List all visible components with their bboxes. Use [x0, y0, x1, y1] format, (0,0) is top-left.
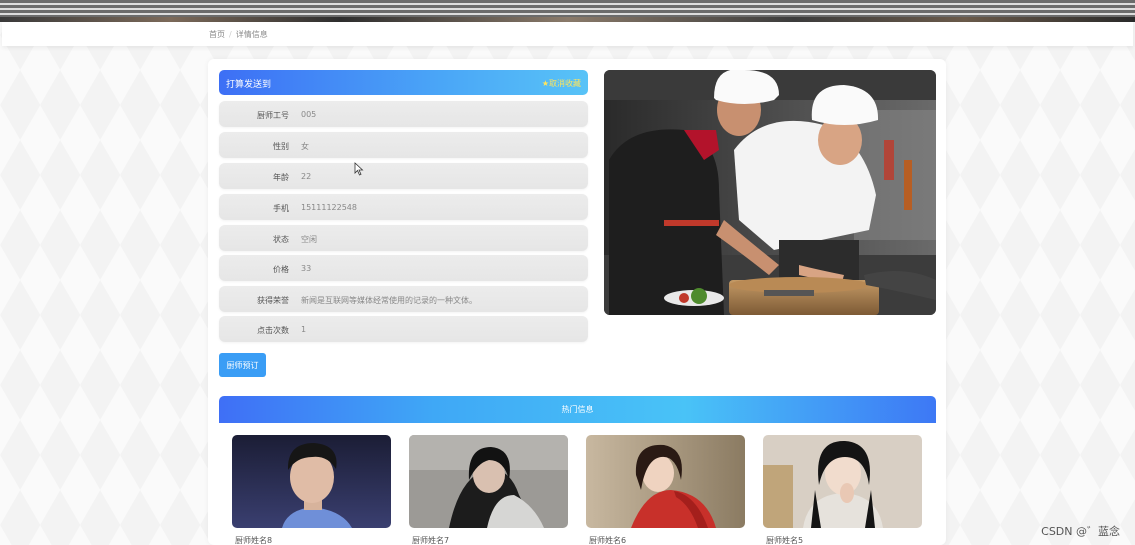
breadcrumb: 首页 / 详情信息 — [209, 29, 268, 40]
info-value: 1 — [301, 325, 307, 334]
info-label: 年龄 — [273, 173, 289, 182]
info-label: 厨师工号 — [257, 111, 289, 120]
info-row-phone: 手机 15111122548 — [219, 194, 588, 220]
info-label: 价格 — [273, 265, 289, 274]
favorite-button[interactable]: ★取消收藏 — [542, 78, 581, 89]
detail-title-bar: 打算发送到 ★取消收藏 — [219, 70, 588, 95]
hot-item[interactable]: 厨师姓名8 — [232, 435, 391, 545]
book-chef-button[interactable]: 厨师预订 — [219, 353, 266, 377]
info-row-age: 年龄 22 — [219, 163, 588, 189]
watermark: CSDN @゛蓝念 — [1041, 525, 1120, 538]
info-value: 空闲 — [301, 235, 317, 244]
breadcrumb-bar: 首页 / 详情信息 — [2, 22, 1133, 46]
hot-info-header: 热门信息 — [219, 396, 936, 423]
hot-item[interactable]: 厨师姓名7 — [409, 435, 568, 545]
info-row-clicks: 点击次数 1 — [219, 316, 588, 342]
hot-item-name[interactable]: 厨师姓名8 — [235, 535, 272, 545]
info-value: 女 — [301, 142, 309, 151]
hot-item-thumbnail[interactable] — [232, 435, 391, 528]
info-value: 新闻是互联网等媒体经常使用的记录的一种文体。 — [301, 296, 477, 305]
info-row-honors: 获得荣誉 新闻是互联网等媒体经常使用的记录的一种文体。 — [219, 286, 588, 312]
info-value: 33 — [301, 264, 312, 273]
detail-title: 打算发送到 — [226, 80, 272, 90]
chef-photo — [604, 70, 936, 315]
info-label: 性别 — [273, 142, 289, 151]
breadcrumb-current: 详情信息 — [235, 30, 268, 39]
info-row-price: 价格 33 — [219, 255, 588, 281]
info-label: 点击次数 — [257, 326, 289, 335]
hot-item-name[interactable]: 厨师姓名6 — [589, 535, 626, 545]
hot-item-name[interactable]: 厨师姓名7 — [412, 535, 449, 545]
info-label: 获得荣誉 — [257, 296, 289, 305]
info-row-chef-id: 厨师工号 005 — [219, 101, 588, 127]
hot-info-title: 热门信息 — [561, 405, 594, 414]
breadcrumb-separator: / — [229, 30, 232, 39]
hot-item-thumbnail[interactable] — [763, 435, 922, 528]
info-value: 22 — [301, 172, 312, 181]
mouse-cursor-icon — [354, 162, 364, 178]
hot-item[interactable]: 厨师姓名6 — [586, 435, 745, 545]
hot-item[interactable]: 厨师姓名5 — [763, 435, 922, 545]
hot-item-name[interactable]: 厨师姓名5 — [766, 535, 803, 545]
info-label: 状态 — [273, 235, 289, 244]
info-row-gender: 性别 女 — [219, 132, 588, 158]
info-row-status: 状态 空闲 — [219, 225, 588, 251]
info-label: 手机 — [273, 204, 289, 213]
info-value: 005 — [301, 110, 317, 119]
breadcrumb-home[interactable]: 首页 — [209, 29, 225, 40]
hot-item-thumbnail[interactable] — [409, 435, 568, 528]
info-value: 15111122548 — [301, 203, 357, 212]
hot-item-thumbnail[interactable] — [586, 435, 745, 528]
